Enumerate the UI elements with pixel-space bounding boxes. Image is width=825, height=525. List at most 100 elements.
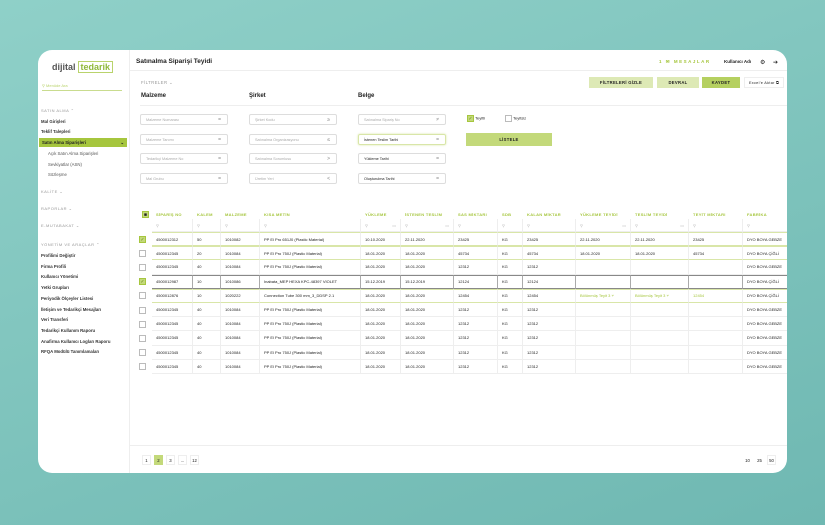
table-cell[interactable]: 12454 bbox=[454, 288, 498, 303]
section-e-mutabakat[interactable]: E-MUTABAKAT ⌄ bbox=[41, 223, 80, 228]
table-cell[interactable]: 1010084 bbox=[221, 260, 260, 275]
column-header[interactable]: SAS MİKTARI bbox=[454, 209, 498, 219]
table-cell[interactable] bbox=[576, 260, 631, 275]
row-checkbox[interactable] bbox=[138, 360, 152, 374]
column-search-input[interactable]: ⚲ ▭ bbox=[401, 219, 454, 232]
table-cell[interactable]: 12312 bbox=[523, 359, 576, 374]
row-checkbox[interactable] bbox=[138, 303, 152, 317]
table-cell[interactable]: 23425 bbox=[454, 232, 498, 247]
table-cell[interactable]: 12454 bbox=[689, 288, 743, 303]
table-cell[interactable]: 18.01.2020 bbox=[361, 331, 401, 346]
page-button[interactable]: 2 bbox=[154, 455, 163, 465]
table-cell[interactable]: 1010084 bbox=[221, 331, 260, 346]
table-cell[interactable]: PP El Pro 750J (Plastic Material) bbox=[260, 345, 361, 360]
table-row[interactable]: 4500012345 40 1010084 PP El Pro 750J (Plast… bbox=[138, 345, 787, 360]
kaydet-button[interactable]: KAYDET bbox=[702, 77, 740, 88]
table-row[interactable]: ✓ 4500012312 50 1010082 PP El Pro 651J0 (Pla… bbox=[138, 232, 787, 247]
table-cell[interactable]: PP El Pro 750J (Plastic Material) bbox=[260, 246, 361, 261]
filter-input[interactable]: Oluşturulma Tarihi = bbox=[358, 172, 446, 184]
table-cell[interactable] bbox=[689, 331, 743, 346]
table-cell[interactable]: 12312 bbox=[523, 302, 576, 318]
column-search-input[interactable]: ⚲ bbox=[221, 219, 260, 232]
table-cell[interactable] bbox=[689, 345, 743, 360]
table-cell[interactable]: 4500012312 bbox=[152, 232, 193, 247]
menu-search-input[interactable]: ⚲ Menüde Ara bbox=[42, 83, 122, 91]
table-cell[interactable] bbox=[576, 302, 631, 318]
calendar-icon[interactable]: ▭ bbox=[680, 223, 684, 228]
row-checkbox[interactable] bbox=[138, 331, 152, 345]
table-cell[interactable]: 23425 bbox=[689, 232, 743, 247]
table-cell[interactable]: 18.01.2020 bbox=[361, 288, 401, 303]
table-cell[interactable]: DYO BOYA GEBZE bbox=[743, 346, 787, 360]
table-cell[interactable]: 12454 bbox=[523, 288, 576, 303]
table-row[interactable]: 4500012345 40 1010084 PP El Pro 750J (Plast… bbox=[138, 331, 787, 346]
column-search-input[interactable]: ⚲ ▭ bbox=[631, 219, 689, 232]
table-row[interactable]: 4500012345 40 1010084 PP El Pro 750J (Plast… bbox=[138, 302, 787, 318]
table-cell[interactable] bbox=[631, 260, 689, 275]
table-cell[interactable]: 12312 bbox=[454, 345, 498, 360]
hide-filters-button[interactable]: FİLTRELERİ GİZLE bbox=[589, 77, 653, 88]
table-cell[interactable] bbox=[576, 331, 631, 346]
table-cell[interactable]: 4500012345 bbox=[152, 331, 193, 346]
column-search-input[interactable]: ⚲ bbox=[193, 219, 221, 232]
operator-icon[interactable]: = bbox=[218, 156, 221, 162]
table-cell[interactable]: KG bbox=[498, 246, 523, 261]
sidebar-item[interactable]: Tedarikçi Kullanım Raporu bbox=[41, 328, 95, 333]
table-cell[interactable]: 18.01.2020 bbox=[631, 246, 689, 261]
table-cell[interactable] bbox=[576, 274, 631, 289]
table-cell[interactable]: 18.01.2020 bbox=[401, 246, 454, 261]
filter-input[interactable]: Malzeme Numarası = bbox=[140, 114, 228, 125]
logout-icon[interactable]: ➔ bbox=[773, 59, 778, 66]
table-cell[interactable]: 18.01.2020 bbox=[401, 331, 454, 346]
row-checkbox[interactable] bbox=[138, 289, 152, 303]
table-cell[interactable] bbox=[631, 359, 689, 374]
column-search-input[interactable]: ⚲ bbox=[523, 219, 576, 232]
table-cell[interactable]: 4500012345 bbox=[152, 260, 193, 275]
table-cell[interactable] bbox=[631, 345, 689, 360]
filter-input[interactable]: Tedarikçi Malzeme No = bbox=[140, 153, 228, 164]
column-header[interactable]: FABRİKA bbox=[743, 209, 787, 219]
table-row[interactable]: ✓ 4500012987 10 1010086 Inabata_MEP HEXA KPC… bbox=[138, 274, 787, 289]
sidebar-subitem[interactable]: Sevkiyatlar (ASN) bbox=[48, 162, 82, 167]
sidebar-item[interactable]: Kullanıcı Yönetimi bbox=[41, 274, 78, 279]
section-yonetim[interactable]: YÖNETİM VE ARAÇLAR ⌃ bbox=[41, 242, 100, 247]
table-cell[interactable]: 1010084 bbox=[221, 246, 260, 261]
table-cell[interactable]: 18.01.2020 bbox=[361, 246, 401, 261]
filter-input[interactable]: Malzeme Tanımı = bbox=[140, 133, 228, 145]
page-button[interactable]: 3 bbox=[166, 455, 175, 465]
sidebar-item[interactable]: Mal Girişleri bbox=[41, 119, 66, 124]
user-name[interactable]: Kullanıcı Adı bbox=[724, 59, 751, 64]
table-cell[interactable]: 12124 bbox=[523, 274, 576, 289]
table-cell[interactable]: Bölünmüş Teyit 3 ⑂ bbox=[576, 288, 631, 303]
table-cell[interactable]: 12312 bbox=[454, 317, 498, 332]
row-checkbox[interactable] bbox=[138, 346, 152, 360]
operator-icon[interactable]: = bbox=[218, 117, 221, 123]
table-cell[interactable]: DYO BOYA GEBZE bbox=[743, 317, 787, 332]
table-cell[interactable]: 45734 bbox=[454, 246, 498, 261]
table-cell[interactable]: 10 bbox=[193, 274, 221, 289]
row-checkbox[interactable] bbox=[138, 246, 152, 260]
table-row[interactable]: 4500012345 40 1010084 PP El Pro 750J (Plast… bbox=[138, 359, 787, 374]
table-cell[interactable]: 4500012345 bbox=[152, 246, 193, 261]
sidebar-item[interactable]: RFQA Modülü Tanımlamaları bbox=[41, 349, 99, 354]
column-search-input[interactable]: ⚲ bbox=[260, 219, 361, 232]
filter-input[interactable]: İstenen Teslim Tarihi = bbox=[358, 133, 446, 145]
table-cell[interactable]: KG bbox=[498, 274, 523, 289]
table-cell[interactable]: 45734 bbox=[689, 246, 743, 261]
operator-icon[interactable]: = bbox=[436, 176, 439, 182]
table-cell[interactable]: 12312 bbox=[523, 260, 576, 275]
table-cell[interactable]: 50 bbox=[193, 232, 221, 247]
table-cell[interactable] bbox=[631, 331, 689, 346]
table-cell[interactable]: DYO BOYA GEBZE bbox=[743, 232, 787, 247]
sidebar-item[interactable]: Profilimi Değiştir bbox=[41, 253, 75, 258]
table-row[interactable]: 4500012345 40 1010084 PP El Pro 750J (Plast… bbox=[138, 317, 787, 332]
page-size-option[interactable]: 25 bbox=[755, 455, 764, 465]
table-cell[interactable]: 18.01.2020 bbox=[401, 317, 454, 332]
sidebar-item[interactable]: Firma Profili bbox=[41, 264, 66, 269]
page-size-option[interactable]: 50 bbox=[767, 455, 776, 465]
table-cell[interactable] bbox=[689, 359, 743, 374]
sidebar-item[interactable]: Veri Transferi bbox=[41, 317, 68, 322]
table-cell[interactable]: KG bbox=[498, 302, 523, 318]
row-checkbox[interactable] bbox=[138, 260, 152, 274]
table-cell[interactable]: DYO BOYA GEBZE bbox=[743, 331, 787, 346]
